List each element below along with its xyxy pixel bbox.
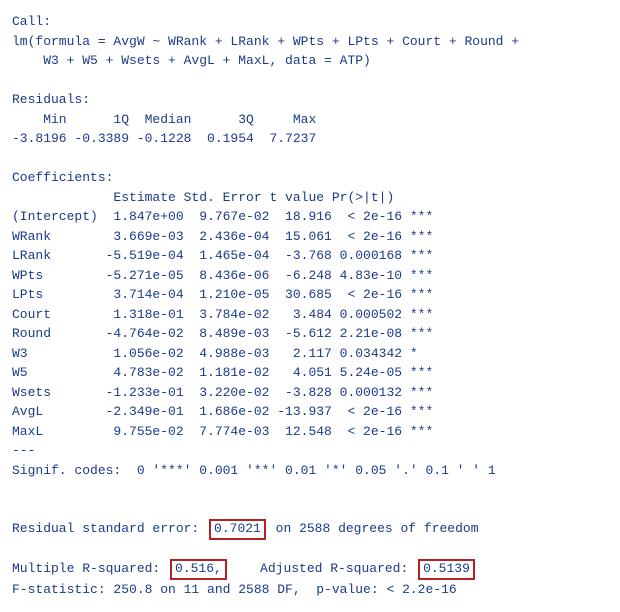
rse-post: on 2588 degrees of freedom xyxy=(276,521,479,536)
r2-highlight: 0.516, xyxy=(170,559,227,580)
coef-row: Court 1.318e-01 3.784e-02 3.484 0.000502… xyxy=(12,305,608,325)
coef-row: MaxL 9.755e-02 7.774e-03 12.548 < 2e-16 … xyxy=(12,422,608,442)
residuals-label: Residuals: xyxy=(12,90,608,110)
rse-highlight: 0.7021 xyxy=(209,519,266,540)
coef-header: Estimate Std. Error t value Pr(>|t|) xyxy=(12,188,608,208)
coef-row: WRank 3.669e-03 2.436e-04 15.061 < 2e-16… xyxy=(12,227,608,247)
residuals-header: Min 1Q Median 3Q Max xyxy=(12,110,608,130)
coef-row: Round -4.764e-02 8.489e-03 -5.612 2.21e-… xyxy=(12,324,608,344)
r2-pre: Multiple R-squared: xyxy=(12,561,168,576)
call-formula: lm(formula = AvgW ~ WRank + LRank + WPts… xyxy=(12,32,608,71)
coef-label: Coefficients: xyxy=(12,168,608,188)
coef-row: W5 4.783e-02 1.181e-02 4.051 5.24e-05 **… xyxy=(12,363,608,383)
rse-line: Residual standard error: 0.7021 on 2588 … xyxy=(12,500,608,540)
coef-row: W3 1.056e-02 4.988e-03 2.117 0.034342 * xyxy=(12,344,608,364)
r2-line: Multiple R-squared: 0.516, Adjusted R-sq… xyxy=(12,540,608,580)
residuals-values: -3.8196 -0.3389 -0.1228 0.1954 7.7237 xyxy=(12,129,608,149)
call-label: Call: xyxy=(12,12,608,32)
coef-row: LRank -5.519e-04 1.465e-04 -3.768 0.0001… xyxy=(12,246,608,266)
blank xyxy=(12,480,608,500)
rse-pre: Residual standard error: xyxy=(12,521,199,536)
coef-row: LPts 3.714e-04 1.210e-05 30.685 < 2e-16 … xyxy=(12,285,608,305)
coef-row: WPts -5.271e-05 8.436e-06 -6.248 4.83e-1… xyxy=(12,266,608,286)
blank xyxy=(12,71,608,91)
adjr2-highlight: 0.5139 xyxy=(418,559,475,580)
coef-row: (Intercept) 1.847e+00 9.767e-02 18.916 <… xyxy=(12,207,608,227)
coef-row: AvgL -2.349e-01 1.686e-02 -13.937 < 2e-1… xyxy=(12,402,608,422)
signif-codes: Signif. codes: 0 '***' 0.001 '**' 0.01 '… xyxy=(12,461,608,481)
coef-row: Wsets -1.233e-01 3.220e-02 -3.828 0.0001… xyxy=(12,383,608,403)
r2-mid: Adjusted R-squared: xyxy=(229,561,416,576)
blank xyxy=(12,149,608,169)
separator: --- xyxy=(12,441,608,461)
coef-table: (Intercept) 1.847e+00 9.767e-02 18.916 <… xyxy=(12,207,608,441)
fstat-line: F-statistic: 250.8 on 11 and 2588 DF, p-… xyxy=(12,580,608,600)
